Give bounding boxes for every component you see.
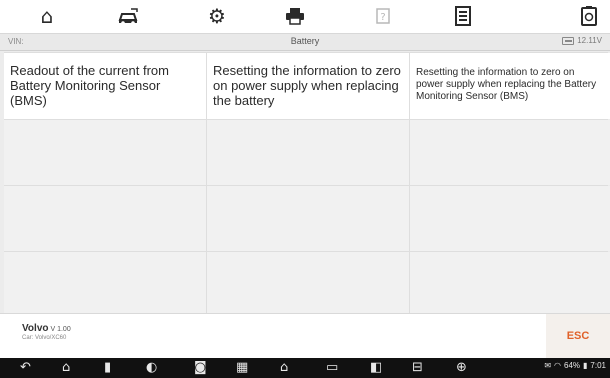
gallery-icon[interactable]: ▦ (236, 359, 248, 377)
empty-cell (207, 186, 409, 251)
data-logging-icon[interactable] (450, 3, 476, 29)
home-icon[interactable]: ⌂ (34, 3, 60, 29)
empty-cell (410, 120, 610, 185)
car-icon[interactable]: ⊟ (412, 359, 423, 377)
empty-cell (4, 120, 206, 185)
empty-cell (410, 186, 610, 251)
battery-level-icon: ▮ (583, 361, 588, 370)
message-icon: ✉ (544, 361, 552, 370)
battery-status: 64% (564, 361, 581, 370)
empty-cell (4, 252, 206, 316)
status-area: ✉ ◠ 64% ▮ 7:01 (544, 361, 606, 370)
svg-text:?: ? (380, 12, 385, 23)
function-grid: Readout of the current from Battery Moni… (4, 52, 610, 316)
empty-cell (410, 252, 610, 316)
vehicle-car: Car: Volvo/XC60 (22, 335, 67, 341)
empty-cell (4, 186, 206, 251)
page-title: Battery (290, 36, 320, 46)
camera-icon[interactable]: ◙ (194, 359, 207, 377)
software-version: V 1.00 (50, 326, 71, 333)
screenshot-icon[interactable] (576, 3, 602, 29)
esc-button[interactable]: ESC (546, 314, 610, 358)
tpms-icon[interactable]: ◧ (370, 359, 382, 377)
browser-icon[interactable]: ◐ (146, 359, 157, 377)
recent-apps-icon[interactable]: ▮ (104, 359, 111, 377)
vin-bar: VIN: Battery 12.11V (0, 34, 610, 51)
settings-icon[interactable]: ⚙ (204, 3, 230, 29)
voltage-value: 12.11V (577, 36, 602, 45)
vehicle-model: Volvo V 1.00 (22, 323, 71, 334)
battery-icon (562, 36, 575, 45)
battery-voltage: 12.11V (562, 36, 602, 45)
vehicle-make: Volvo (22, 323, 49, 334)
home-nav-icon[interactable]: ⌂ (62, 359, 70, 377)
empty-cell (207, 252, 409, 316)
function-cell-reset-bms[interactable]: Resetting the information to zero on pow… (410, 53, 610, 119)
top-toolbar: ⌂ ⚙ ? (0, 0, 610, 34)
function-cell-reset-battery[interactable]: Resetting the information to zero on pow… (207, 53, 409, 119)
vci-icon[interactable]: ▭ (326, 359, 338, 377)
remote-desk-icon[interactable]: ⊕ (456, 359, 467, 377)
maxisys-home-icon[interactable]: ⌂ (280, 359, 288, 377)
empty-cell (207, 120, 409, 185)
function-cell-bms-readout[interactable]: Readout of the current from Battery Moni… (4, 53, 206, 119)
help-icon: ? (370, 3, 396, 29)
footer-bar: Volvo V 1.00 Car: Volvo/XC60 ESC (0, 313, 610, 358)
android-nav-bar: ↶ ⌂ ▮ ◐ ◙ ▦ ⌂ ▭ ◧ ⊟ ⊕ ✉ ◠ 64% ▮ 7:01 (0, 358, 610, 378)
vehicle-swap-icon[interactable] (116, 3, 142, 29)
print-icon[interactable] (282, 3, 308, 29)
wifi-icon: ◠ (554, 361, 561, 370)
clock: 7:01 (590, 361, 606, 370)
back-icon[interactable]: ↶ (20, 359, 31, 377)
